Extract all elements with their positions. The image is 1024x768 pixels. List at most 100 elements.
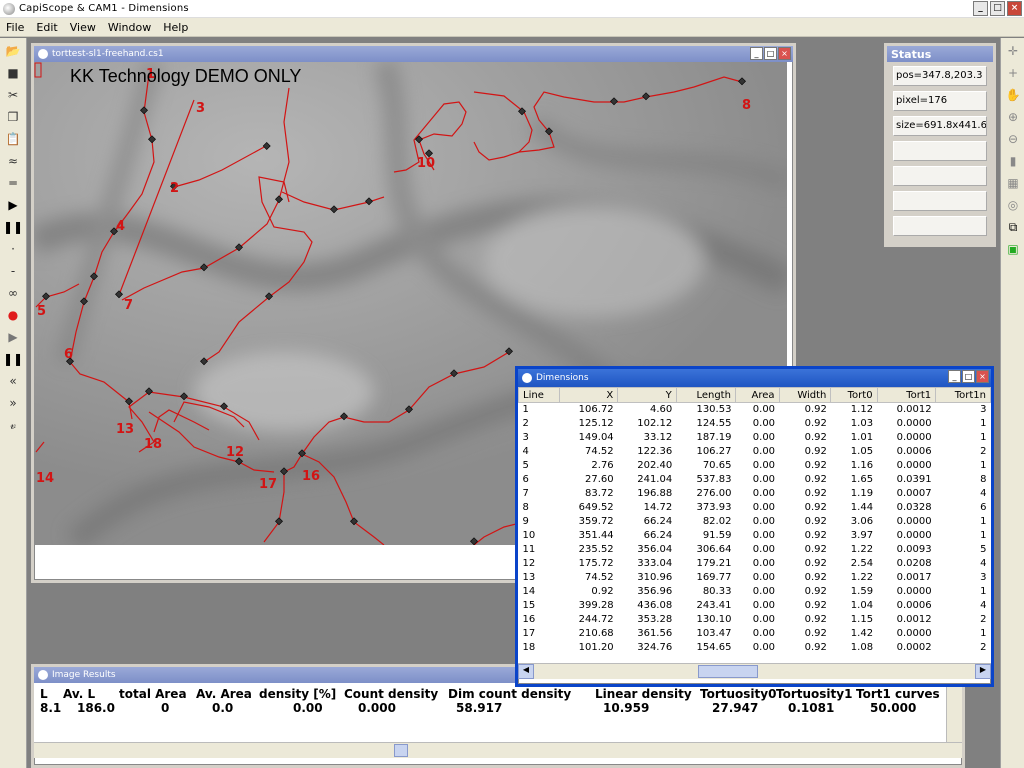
scroll-left-icon[interactable]: ◀ xyxy=(518,664,534,679)
dimensions-column-header[interactable]: Line xyxy=(518,387,560,403)
fast-forward-icon[interactable]: » xyxy=(4,394,22,412)
table-cell: 0.0006 xyxy=(896,446,932,457)
status-title: Status xyxy=(891,47,932,61)
target-icon[interactable]: ◎ xyxy=(1004,196,1022,214)
table-cell: 17 xyxy=(522,628,536,639)
dimensions-column-header[interactable]: Tort1 xyxy=(876,387,937,403)
dot-icon[interactable]: · xyxy=(4,240,22,258)
table-row[interactable]: 13 74.52 310.96 169.77 0.00 0.92 1.22 0.0017 3 xyxy=(519,571,991,585)
copy-icon[interactable]: ❐ xyxy=(4,108,22,126)
crosshair-icon[interactable]: ✛ xyxy=(1004,42,1022,60)
app-title: CapiScope & CAM1 - Dimensions xyxy=(19,3,189,14)
table-cell: 324.76 xyxy=(637,642,673,653)
results-title: Image Results xyxy=(52,670,116,680)
table-cell: 4 xyxy=(522,446,529,457)
results-header-total-area: total Area xyxy=(119,687,187,701)
paste-icon[interactable]: 📋 xyxy=(4,130,22,148)
table-row[interactable]: 12 175.72 333.04 179.21 0.00 0.92 2.54 0.0208 4 xyxy=(519,557,991,571)
zoom-out-icon[interactable]: ⊖ xyxy=(1004,130,1022,148)
table-row[interactable]: 2 125.12 102.12 124.55 0.00 0.92 1.03 0.0000 1 xyxy=(519,417,991,431)
table-cell: 0.0000 xyxy=(896,586,932,597)
table-row[interactable]: 6 27.60 241.04 537.83 0.00 0.92 1.65 0.0391 8 xyxy=(519,473,991,487)
dimensions-minimize-button[interactable]: _ xyxy=(948,370,961,383)
table-row[interactable]: 11 235.52 356.04 306.64 0.00 0.92 1.22 0.0093 5 xyxy=(519,543,991,557)
cut-icon[interactable]: ✂ xyxy=(4,86,22,104)
wave-icon[interactable]: ≈ xyxy=(4,152,22,170)
equals-icon[interactable]: ═ xyxy=(4,174,22,192)
line-label-13: 13 xyxy=(116,422,134,437)
menu-edit[interactable]: Edit xyxy=(30,21,63,34)
bucket-icon[interactable]: ▮ xyxy=(1004,152,1022,170)
hand-icon[interactable]: ✋ xyxy=(1004,86,1022,104)
dimensions-column-header[interactable]: Area xyxy=(734,387,780,403)
close-button[interactable]: × xyxy=(1007,1,1022,16)
scroll-right-icon[interactable]: ▶ xyxy=(975,664,991,679)
glasses-icon[interactable]: ∞ xyxy=(4,284,22,302)
dimensions-table: Line X Y Length Area Width Tort0 Tort1 Tort1n 11… xyxy=(518,387,991,655)
menu-view[interactable]: View xyxy=(64,21,102,34)
table-row[interactable]: 3 149.04 33.12 187.19 0.00 0.92 1.01 0.0000 1 xyxy=(519,431,991,445)
table-cell: 0.0000 xyxy=(896,432,932,443)
image-icon[interactable]: ▣ xyxy=(1004,240,1022,258)
status-window: Status pos=347.8,203.3 pixel=176 size=69… xyxy=(884,43,996,247)
table-cell: 5 xyxy=(522,460,529,471)
dimensions-horizontal-scrollbar[interactable]: ◀ ▶ xyxy=(518,663,991,679)
results-vertical-scrollbar[interactable] xyxy=(946,683,962,742)
results-table: L Av. L total Area Av. Area density [%] … xyxy=(34,683,962,742)
table-cell: 1.01 xyxy=(850,432,874,443)
results-value-total-area: 0 xyxy=(161,701,170,715)
table-row[interactable]: 4 74.52 122.36 106.27 0.00 0.92 1.05 0.0006 2 xyxy=(519,445,991,459)
dash-icon[interactable]: - xyxy=(4,262,22,280)
plus-icon[interactable]: + xyxy=(1004,64,1022,82)
results-header-av-area: Av. Area xyxy=(196,687,252,701)
pause-2-icon[interactable]: ❚❚ xyxy=(3,350,23,368)
play-icon[interactable]: ▶ xyxy=(4,196,22,214)
table-cell: 0.00 xyxy=(752,418,776,429)
table-row[interactable]: 15 399.28 436.08 243.41 0.00 0.92 1.04 0.0006 4 xyxy=(519,599,991,613)
table-cell: 3 xyxy=(980,404,987,416)
script-icon[interactable]: 𝓋 xyxy=(4,416,22,434)
dimensions-column-header[interactable]: X xyxy=(558,387,619,403)
save-icon[interactable]: ■ xyxy=(4,64,22,82)
table-row[interactable]: 16 244.72 353.28 130.10 0.00 0.92 1.15 0.0012 2 xyxy=(519,613,991,627)
dimensions-column-header[interactable]: Length xyxy=(675,387,736,403)
table-row[interactable]: 14 0.92 356.96 80.33 0.00 0.92 1.59 0.0000 1 xyxy=(519,585,991,599)
zoom-in-icon[interactable]: ⊕ xyxy=(1004,108,1022,126)
results-horizontal-scrollbar[interactable] xyxy=(34,742,962,758)
pause-icon[interactable]: ❚❚ xyxy=(3,218,23,236)
menu-help[interactable]: Help xyxy=(157,21,194,34)
open-folder-icon[interactable]: 📂 xyxy=(4,42,22,60)
play-gray-icon[interactable]: ▶ xyxy=(4,328,22,346)
table-row[interactable]: 7 83.72 196.88 276.00 0.00 0.92 1.19 0.0007 4 xyxy=(519,487,991,501)
table-cell: 2 xyxy=(980,642,987,653)
table-row[interactable]: 17 210.68 361.56 103.47 0.00 0.92 1.42 0.0000 1 xyxy=(519,627,991,641)
dimensions-column-header[interactable]: Width xyxy=(778,387,832,403)
image-minimize-button[interactable]: _ xyxy=(750,47,763,60)
table-row[interactable]: 8 649.52 14.72 373.93 0.00 0.92 1.44 0.0328 6 xyxy=(519,501,991,515)
dimensions-column-header[interactable]: Tort1n xyxy=(935,387,991,403)
table-cell: 361.56 xyxy=(637,628,673,639)
dimensions-scroll-thumb[interactable] xyxy=(698,665,758,678)
menu-file[interactable]: File xyxy=(0,21,30,34)
dimensions-maximize-button[interactable]: □ xyxy=(962,370,975,383)
grid-icon[interactable]: ▦ xyxy=(1004,174,1022,192)
menu-window[interactable]: Window xyxy=(102,21,157,34)
image-close-button[interactable]: × xyxy=(778,47,791,60)
record-icon[interactable]: ● xyxy=(4,306,22,324)
image-maximize-button[interactable]: □ xyxy=(764,47,777,60)
table-row[interactable]: 1 106.72 4.60 130.53 0.00 0.92 1.12 0.0012 3 xyxy=(519,403,991,417)
maximize-button[interactable]: □ xyxy=(990,1,1005,16)
minimize-button[interactable]: _ xyxy=(973,1,988,16)
dimensions-column-header[interactable]: Y xyxy=(617,387,677,403)
dimensions-close-button[interactable]: × xyxy=(976,370,989,383)
select-region-icon[interactable]: ⧉ xyxy=(1004,218,1022,236)
table-row[interactable]: 18 101.20 324.76 154.65 0.00 0.92 1.08 0.0002 2 xyxy=(519,641,991,655)
table-row[interactable]: 5 2.76 202.40 70.65 0.00 0.92 1.16 0.0000 1 xyxy=(519,459,991,473)
table-cell: 102.12 xyxy=(637,418,673,429)
table-row[interactable]: 10 351.44 66.24 91.59 0.00 0.92 3.97 0.0000 1 xyxy=(519,529,991,543)
table-cell: 0.92 xyxy=(804,572,827,583)
dimensions-column-header[interactable]: Tort0 xyxy=(830,387,878,403)
results-scroll-thumb[interactable] xyxy=(394,744,408,757)
rewind-icon[interactable]: « xyxy=(4,372,22,390)
table-row[interactable]: 9 359.72 66.24 82.02 0.00 0.92 3.06 0.0000 1 xyxy=(519,515,991,529)
